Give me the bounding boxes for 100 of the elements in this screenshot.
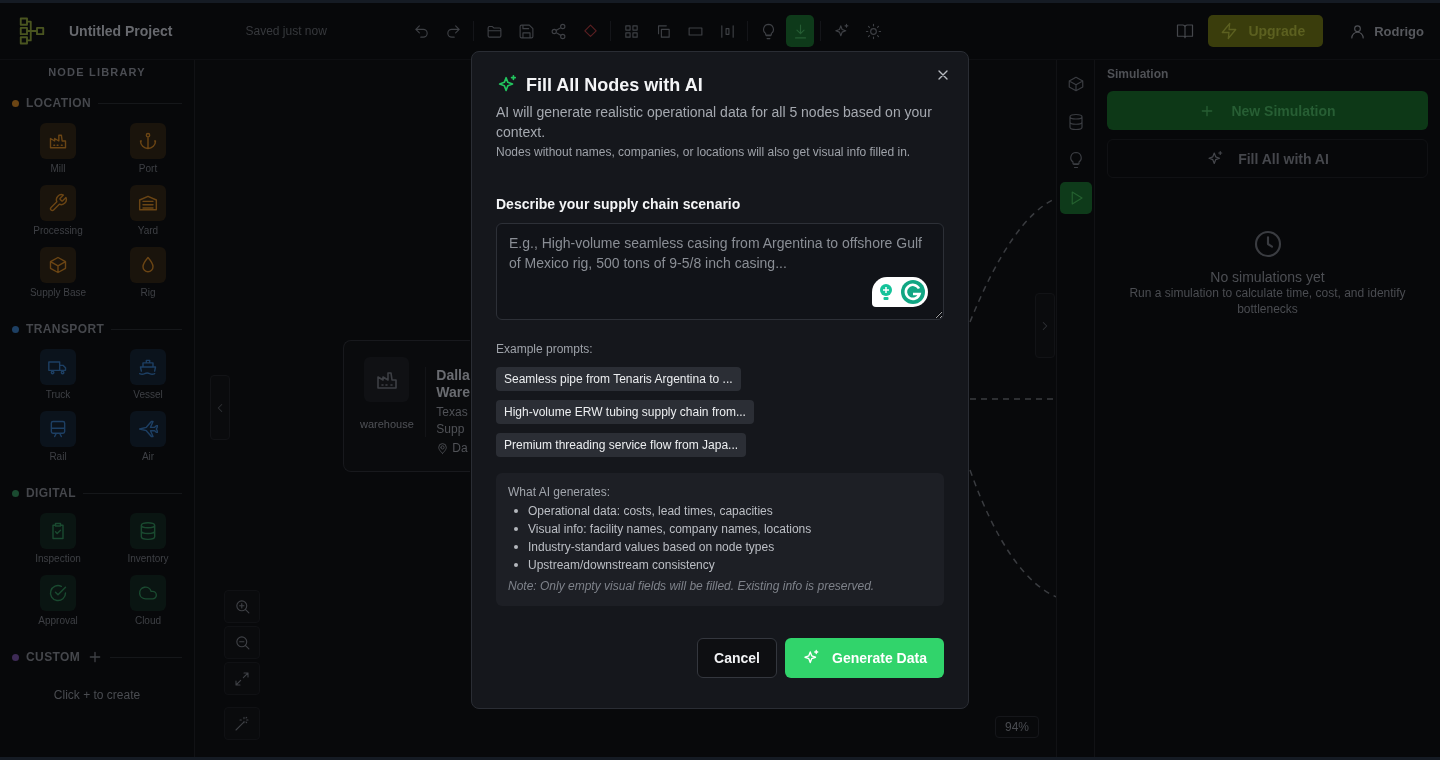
tile-label: Yard — [137, 225, 159, 236]
pin-icon — [436, 441, 450, 455]
info-note: Note: Only empty visual fields will be filled. Existing info is preserved. — [508, 579, 876, 593]
tile-label: Inspection — [35, 553, 81, 564]
info-item: Upstream/downstream consistency — [528, 558, 715, 572]
node-card[interactable]: warehouse Dalla Ware Texas Supp Da — [343, 340, 470, 472]
node-type-label: warehouse — [360, 418, 414, 430]
tile-label: Approval — [38, 615, 78, 626]
bullet-dot — [514, 509, 518, 513]
tile-label: Supply Base — [29, 287, 87, 298]
node-type-tile[interactable]: Air — [103, 411, 193, 462]
node-type-tile[interactable]: Supply Base — [13, 247, 103, 298]
wrench-icon — [48, 193, 68, 213]
anchor-icon — [138, 131, 158, 151]
category-title: DIGITAL — [26, 486, 76, 500]
lightning-icon — [1220, 22, 1239, 40]
expand-handle[interactable] — [1035, 293, 1055, 358]
bullet-dot — [514, 527, 518, 531]
info-item: Industry-standard values based on node types — [528, 540, 775, 554]
tile-label: Rig — [140, 287, 156, 298]
redo-icon — [444, 22, 462, 40]
auto-layout-button[interactable] — [224, 707, 260, 740]
expand-icon — [234, 670, 250, 687]
hint-text: Click + to create — [52, 688, 142, 702]
plane-icon — [138, 419, 158, 439]
node-type-tile[interactable]: Rig — [103, 247, 193, 298]
node-location: Da — [452, 441, 468, 455]
node-type-tile[interactable]: Vessel — [103, 349, 193, 400]
zoom-in-icon — [233, 598, 251, 615]
zoom-out-button[interactable] — [224, 626, 260, 659]
zoom-in-button[interactable] — [224, 590, 260, 623]
logo-icon — [17, 16, 47, 46]
fit-view-button[interactable] — [224, 662, 260, 695]
category-title: CUSTOM — [26, 650, 81, 664]
info-title: What AI generates: — [508, 485, 612, 499]
node-type-tile[interactable]: Inspection — [13, 513, 103, 564]
ship-icon — [138, 357, 158, 377]
tile-label: Port — [138, 163, 158, 174]
empty-text: Run a simulation to calculate time, cost, and identify bottlenecks — [1128, 285, 1407, 317]
example-prompt-chip[interactable]: High-volume ERW tubing supply chain from... — [496, 400, 754, 424]
project-title: Untitled Project — [69, 23, 173, 39]
columns-icon — [718, 22, 736, 40]
examples-label: Example prompts: — [496, 342, 594, 356]
example-prompt-chip[interactable]: Premium threading service flow from Japa... — [496, 433, 747, 457]
rail-button[interactable] — [1059, 182, 1092, 214]
example-prompt-chip[interactable]: Seamless pipe from Tenaris Argentina to ... — [496, 367, 741, 391]
node-title: Dalla — [436, 367, 470, 384]
zoom-level: 94% — [995, 716, 1040, 738]
share-icon — [549, 22, 567, 40]
node-type-tile[interactable]: Rail — [13, 411, 103, 462]
tile-label: Mill — [50, 163, 66, 174]
undo-icon — [412, 22, 430, 40]
panel-title: NODE LIBRARY — [47, 66, 147, 78]
node-type-tile[interactable]: Port — [103, 123, 193, 174]
info-item: Operational data: costs, lead times, capacities — [528, 504, 773, 518]
tile-label: Rail — [49, 451, 67, 462]
node-type-tile[interactable]: Yard — [103, 185, 193, 236]
book-icon — [1176, 22, 1195, 40]
dialog-title: Fill All Nodes with AI — [526, 74, 703, 96]
toolbar-button[interactable] — [786, 15, 815, 47]
box-icon — [48, 255, 68, 275]
database-icon — [1066, 113, 1085, 131]
node-type-tile[interactable]: Processing — [13, 185, 103, 236]
dialog-description: AI will generate realistic operational data for all 5 nodes based on your context. — [496, 103, 933, 142]
zoom-out-icon — [233, 634, 251, 651]
assistant-badge-icon[interactable] — [872, 277, 928, 307]
category-title: LOCATION — [26, 96, 91, 110]
info-item: Visual info: facility names, company names, locations — [528, 522, 812, 536]
wand-icon — [234, 715, 250, 732]
node-subtitle: Texas — [436, 404, 469, 421]
panel-title: Simulation — [1107, 67, 1170, 81]
sun-icon — [864, 22, 882, 40]
scenario-field[interactable]: E.g., High-volume seamless casing from Argentina to offshore Gulf of Mexico rig, 500 tons of 9-5/8 inch casing... — [496, 223, 944, 320]
node-type-tile[interactable]: Approval — [13, 575, 103, 626]
tile-label: Vessel — [133, 389, 163, 400]
user-name[interactable]: Rodrigo — [1374, 23, 1424, 39]
bullet-dot — [514, 545, 518, 549]
cube-icon — [1066, 75, 1085, 93]
collapse-handle[interactable] — [210, 375, 230, 440]
node-type-tile[interactable]: Inventory — [103, 513, 193, 564]
node-type-tile[interactable]: Mill — [13, 123, 103, 174]
grid-icon — [622, 22, 640, 40]
empty-title: No simulations yet — [1210, 269, 1325, 285]
field-label: Describe your supply chain scenario — [496, 196, 742, 212]
factory-icon — [48, 131, 68, 151]
node-subtitle: Supp — [436, 421, 466, 438]
save-icon — [517, 22, 535, 40]
database-icon — [138, 521, 158, 541]
cloud-icon — [138, 583, 158, 603]
dialog-note: Nodes without names, companies, or locations will also get visual info filled in. — [496, 144, 912, 160]
bullet-dot — [514, 563, 518, 567]
warehouse-icon — [138, 193, 158, 213]
node-title: Ware — [436, 384, 470, 401]
cancel-button[interactable]: Cancel — [697, 638, 777, 678]
train-icon — [48, 419, 68, 439]
fill-all-button[interactable]: Fill All with AI — [1107, 139, 1428, 178]
tile-label: Processing — [33, 225, 83, 236]
generate-button[interactable]: Generate Data — [785, 638, 944, 678]
user-icon — [1349, 22, 1367, 40]
tile-label: Air — [141, 451, 155, 462]
